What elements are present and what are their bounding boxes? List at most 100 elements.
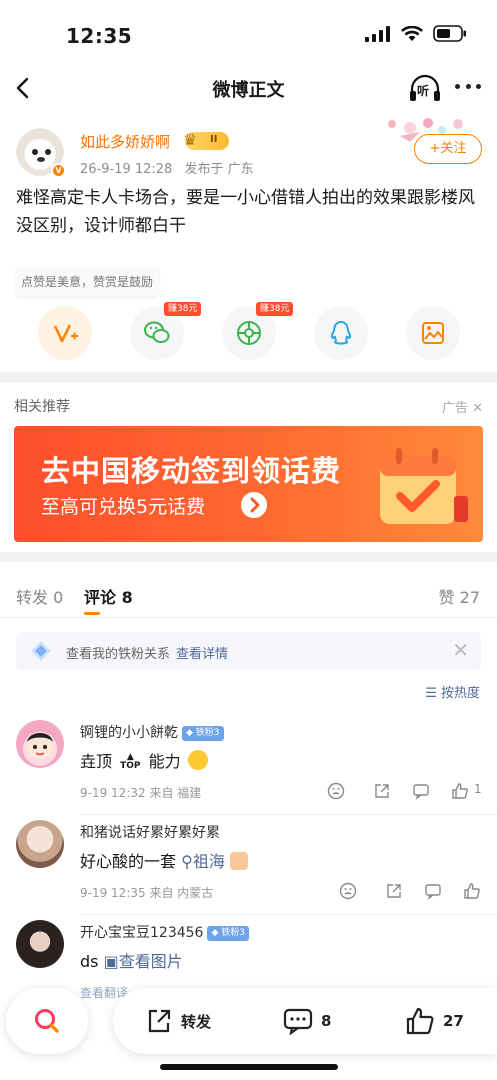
like-icon[interactable] [451, 782, 469, 800]
comment-text-part: 好心酸的一套 [80, 852, 177, 871]
comment-meta: 9-19 12:32 来自 福建 [80, 786, 202, 800]
search-fab[interactable] [6, 988, 88, 1054]
status-icons [365, 25, 467, 42]
author-name[interactable]: 如此多娇娇啊 [80, 131, 170, 152]
post-meta: 26-9-19 12:28 发布于 广东 [80, 158, 254, 177]
cellular-signal-icon [365, 25, 390, 42]
like-icon[interactable] [463, 882, 481, 900]
comment-meta: 9-19 12:35 来自 内蒙古 [80, 886, 214, 900]
reward-button[interactable] [38, 306, 92, 360]
comment-actions [327, 882, 487, 902]
tab-comment[interactable]: 评论 8 [84, 584, 133, 608]
sort-label: 按热度 [440, 686, 480, 701]
fan-badge-label: 铁粉3 [221, 928, 245, 938]
commenter-name-text: 开心宝宝豆123456 [80, 925, 204, 941]
comment-icon [283, 1008, 313, 1035]
status-time: 12:35 [66, 24, 133, 48]
follow-button[interactable]: +关注 [414, 134, 482, 164]
save-image-button[interactable] [406, 306, 460, 360]
listen-button[interactable]: 听 [408, 72, 442, 106]
comment-text: 垚顶 ▲ TOP 能力 [80, 748, 208, 772]
related-title: 相关推荐 [14, 399, 70, 415]
qq-share-button[interactable] [314, 306, 368, 360]
surprised-emoji-icon [187, 750, 208, 770]
comment-count: 8 [321, 1012, 332, 1030]
nav-bar: 微博正文 听 [0, 62, 497, 114]
wifi-icon [401, 25, 423, 41]
top-label: TOP [120, 761, 141, 771]
commenter-name[interactable]: 和猪说话好累好累好累 [80, 822, 220, 842]
post-location: 发布于 广东 [184, 162, 254, 177]
ad-subtitle: 至高可兑换5元话费 [41, 496, 206, 518]
qq-icon [330, 320, 352, 345]
comment-text-part: ds [80, 952, 99, 971]
ad-banner[interactable]: 去中国移动签到领话费 至高可兑换5元话费 [14, 426, 483, 542]
comment-actions: 1 [327, 782, 487, 802]
reply-icon[interactable] [424, 882, 442, 900]
post-text: 难怪高定卡人卡场合，要是一小心借错人拍出的效果跟影楼风没区别，设计师都白干 [16, 188, 475, 236]
arrow-right-icon [241, 492, 267, 518]
ad-label: 广告 [441, 401, 468, 416]
topic-label: 祖海 [192, 852, 225, 871]
commenter-name[interactable]: 锕锂的小小餅乾 ◆ 铁粉3 [80, 722, 224, 742]
topic-link[interactable]: ⚲祖海 [181, 852, 225, 871]
search-icon [35, 1009, 59, 1033]
sort-button[interactable]: ☰ 按热度 [425, 682, 480, 701]
like-button[interactable]: 27 [405, 1007, 464, 1035]
more-icon[interactable] [455, 84, 481, 92]
status-bar: 12:35 [0, 0, 497, 62]
comment-text: 好心酸的一套 ⚲祖海 [80, 848, 248, 872]
ad-headline: 去中国移动签到领话费 [41, 454, 342, 488]
search-icon: ⚲ [181, 852, 193, 871]
image-icon: ▣ [103, 952, 119, 971]
section-divider [0, 552, 497, 562]
repost-label: 转发 [181, 1012, 212, 1031]
sort-icon: ☰ [425, 686, 437, 701]
moments-share-button[interactable]: 赚38元 [222, 302, 294, 360]
wechat-share-button[interactable]: 赚38元 [130, 302, 202, 360]
moments-icon [237, 321, 261, 345]
tab-like[interactable]: 赞 27 [439, 584, 480, 608]
moments-reward-tag: 赚38元 [256, 302, 294, 316]
commenter-avatar[interactable] [16, 720, 64, 768]
top-arrow-icon: ▲ TOP [120, 752, 141, 771]
wechat-icon [144, 321, 170, 343]
dislike-face-icon[interactable] [327, 782, 345, 800]
fans-relationship-bar[interactable]: 查看我的铁粉关系 查看详情 ✕ [16, 632, 481, 670]
fans-label: 查看我的铁粉关系 [66, 647, 171, 662]
ad-close-button[interactable]: 广告 ✕ [442, 397, 483, 416]
share-icon[interactable] [385, 882, 403, 900]
post-date: 26-9-19 12:28 [80, 162, 173, 177]
fan-badge: ◆ 铁粉3 [207, 926, 249, 941]
fans-detail-link[interactable]: 查看详情 [176, 647, 228, 662]
section-divider [0, 372, 497, 382]
reply-icon[interactable] [412, 782, 430, 800]
level-badge: ♛ II [183, 130, 229, 150]
save-image-icon [422, 322, 444, 344]
view-image-link[interactable]: ▣查看图片 [104, 952, 183, 971]
comment-button[interactable]: 8 [283, 1007, 331, 1035]
like-count: 27 [443, 1012, 464, 1030]
commenter-name[interactable]: 开心宝宝豆123456 ◆ 铁粉3 [80, 922, 249, 942]
comment-divider [80, 814, 497, 815]
close-icon: ✕ [472, 401, 483, 416]
repost-icon [148, 1009, 171, 1033]
commenter-avatar[interactable] [16, 920, 64, 968]
action-pill: 转发 8 27 [113, 988, 497, 1054]
share-icon[interactable] [373, 782, 391, 800]
home-indicator [160, 1064, 338, 1070]
pray-emoji-icon [229, 852, 248, 870]
thumbs-up-icon [406, 1007, 434, 1035]
commenter-avatar[interactable] [16, 820, 64, 868]
reward-tip: 点赞是美意，赞赏是鼓励 [15, 268, 160, 296]
comment-text-part: 能力 [148, 752, 181, 771]
diamond-icon [31, 641, 51, 661]
tab-repost[interactable]: 转发 0 [16, 584, 63, 608]
close-icon[interactable]: ✕ [452, 640, 469, 660]
cartoon-avatar-icon [27, 733, 53, 759]
repost-button[interactable]: 转发 [145, 1007, 211, 1035]
fans-text: 查看我的铁粉关系 查看详情 [66, 643, 228, 662]
fan-badge-label: 铁粉3 [195, 728, 220, 738]
comment-tabs: 转发 0 评论 8 赞 27 [0, 568, 497, 618]
dislike-face-icon[interactable] [339, 882, 357, 900]
